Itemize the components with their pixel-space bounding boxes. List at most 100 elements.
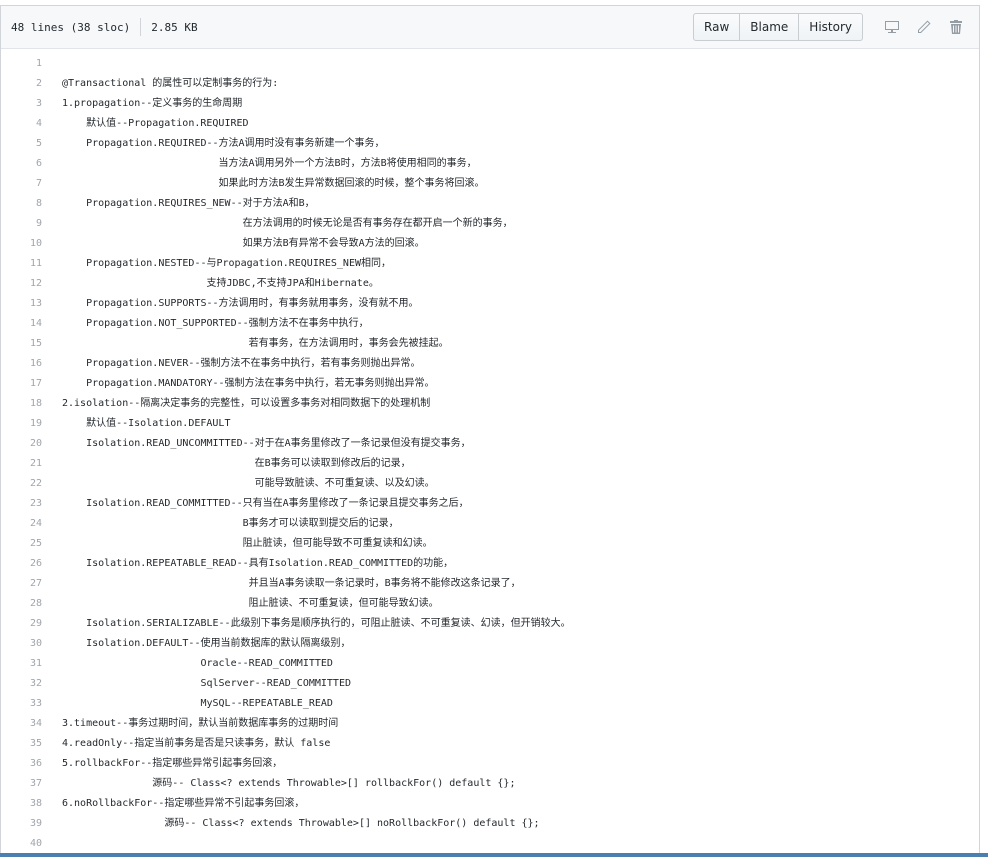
blame-button[interactable]: Blame xyxy=(740,13,800,41)
code-line: 9 在方法调用的时候无论是否有事务存在都开启一个新的事务， xyxy=(1,214,979,234)
line-number[interactable]: 8 xyxy=(1,194,42,214)
line-number[interactable]: 23 xyxy=(1,494,42,514)
line-number[interactable]: 4 xyxy=(1,114,42,134)
line-code: Propagation.NESTED--与Propagation.REQUIRE… xyxy=(62,258,391,269)
line-number[interactable]: 37 xyxy=(1,774,42,794)
line-number[interactable]: 28 xyxy=(1,594,42,614)
code-line: 20 Isolation.READ_UNCOMMITTED--对于在A事务里修改… xyxy=(1,434,979,454)
line-code: @Transactional 的属性可以定制事务的行为: xyxy=(62,78,279,89)
line-number[interactable]: 12 xyxy=(1,274,42,294)
line-code: Propagation.MANDATORY--强制方法在事务中执行，若无事务则抛… xyxy=(62,378,435,389)
code-line: 11 Propagation.NESTED--与Propagation.REQU… xyxy=(1,254,979,274)
line-number[interactable]: 34 xyxy=(1,714,42,734)
code-line: 35 4.readOnly--指定当前事务是否是只读事务，默认 false xyxy=(1,734,979,754)
line-number[interactable]: 24 xyxy=(1,514,42,534)
line-number[interactable]: 29 xyxy=(1,614,42,634)
line-code: Isolation.READ_COMMITTED--只有当在A事务里修改了一条记… xyxy=(62,498,469,509)
code-line: 34 3.timeout--事务过期时间，默认当前数据库事务的过期时间 xyxy=(1,714,979,734)
code-line: 5 Propagation.REQUIRED--方法A调用时没有事务新建一个事务… xyxy=(1,134,979,154)
line-code: 4.readOnly--指定当前事务是否是只读事务，默认 false xyxy=(62,738,331,749)
code-line: 23 Isolation.READ_COMMITTED--只有当在A事务里修改了… xyxy=(1,494,979,514)
line-number[interactable]: 39 xyxy=(1,814,42,834)
code-line: 27 并且当A事务读取一条记录时，B事务将不能修改这条记录了， xyxy=(1,574,979,594)
raw-button[interactable]: Raw xyxy=(693,13,741,41)
code-line: 2 @Transactional 的属性可以定制事务的行为: xyxy=(1,74,979,94)
code-line: 28 阻止脏读、不可重复读，但可能导致幻读。 xyxy=(1,594,979,614)
line-number[interactable]: 5 xyxy=(1,134,42,154)
line-code: 如果方法B有异常不会导致A方法的回滚。 xyxy=(62,238,425,249)
code-line: 7 如果此时方法B发生异常数据回滚的时候，整个事务将回滚。 xyxy=(1,174,979,194)
line-number[interactable]: 38 xyxy=(1,794,42,814)
line-code: Propagation.SUPPORTS--方法调用时，有事务就用事务，没有就不… xyxy=(62,298,419,309)
line-number[interactable]: 9 xyxy=(1,214,42,234)
line-code: 5.rollbackFor--指定哪些异常引起事务回滚， xyxy=(62,758,283,769)
line-code: 3.timeout--事务过期时间，默认当前数据库事务的过期时间 xyxy=(62,718,339,729)
line-number[interactable]: 32 xyxy=(1,674,42,694)
line-number[interactable]: 27 xyxy=(1,574,42,594)
line-number[interactable]: 2 xyxy=(1,74,42,94)
trash-icon[interactable] xyxy=(943,13,969,41)
line-number[interactable]: 15 xyxy=(1,334,42,354)
line-code: B事务才可以读取到提交后的记录， xyxy=(62,518,399,529)
line-code: Propagation.REQUIRES_NEW--对于方法A和B， xyxy=(62,198,315,209)
line-number[interactable]: 25 xyxy=(1,534,42,554)
line-number[interactable]: 1 xyxy=(1,54,42,74)
code-line: 33 MySQL--REPEATABLE_READ xyxy=(1,694,979,714)
code-line: 39 源码-- Class<? extends Throwable>[] noR… xyxy=(1,814,979,834)
file-header: 48 lines (38 sloc) 2.85 KB Raw Blame His… xyxy=(1,6,979,49)
history-button[interactable]: History xyxy=(799,13,863,41)
line-code: 2.isolation--隔离决定事务的完整性，可以设置多事务对相同数据下的处理… xyxy=(62,398,431,409)
code-line: 24 B事务才可以读取到提交后的记录， xyxy=(1,514,979,534)
line-number[interactable]: 20 xyxy=(1,434,42,454)
line-number[interactable]: 7 xyxy=(1,174,42,194)
code-line: 3 1.propagation--定义事务的生命周期 xyxy=(1,94,979,114)
line-code: Isolation.READ_UNCOMMITTED--对于在A事务里修改了一条… xyxy=(62,438,471,449)
line-number[interactable]: 18 xyxy=(1,394,42,414)
line-number[interactable]: 17 xyxy=(1,374,42,394)
code-content: 1 2 @Transactional 的属性可以定制事务的行为: 3 1.propaga… xyxy=(1,49,979,854)
code-line: 38 6.noRollbackFor--指定哪些异常不引起事务回滚， xyxy=(1,794,979,814)
code-line: 14 Propagation.NOT_SUPPORTED--强制方法不在事务中执… xyxy=(1,314,979,334)
file-lines-info: 48 lines (38 sloc) xyxy=(11,20,131,34)
desktop-icon[interactable] xyxy=(879,13,905,41)
line-code: Propagation.NOT_SUPPORTED--强制方法不在事务中执行， xyxy=(62,318,369,329)
line-code: 默认值--Isolation.DEFAULT xyxy=(62,418,231,429)
line-number[interactable]: 21 xyxy=(1,454,42,474)
line-number[interactable]: 19 xyxy=(1,414,42,434)
line-number[interactable]: 11 xyxy=(1,254,42,274)
code-line: 1 xyxy=(1,54,979,74)
line-code: SqlServer--READ_COMMITTED xyxy=(62,678,351,689)
code-line: 13 Propagation.SUPPORTS--方法调用时，有事务就用事务，没… xyxy=(1,294,979,314)
code-line: 31 Oracle--READ_COMMITTED xyxy=(1,654,979,674)
pencil-icon[interactable] xyxy=(911,13,937,41)
line-code: 可能导致脏读、不可重复读、以及幻读。 xyxy=(62,478,435,489)
line-number[interactable]: 35 xyxy=(1,734,42,754)
line-code: 支持JDBC,不支持JPA和Hibernate。 xyxy=(62,278,379,289)
line-number[interactable]: 33 xyxy=(1,694,42,714)
line-number[interactable]: 36 xyxy=(1,754,42,774)
file-view: 48 lines (38 sloc) 2.85 KB Raw Blame His… xyxy=(0,5,980,855)
code-line: 4 默认值--Propagation.REQUIRED xyxy=(1,114,979,134)
line-number[interactable]: 3 xyxy=(1,94,42,114)
code-line: 18 2.isolation--隔离决定事务的完整性，可以设置多事务对相同数据下的… xyxy=(1,394,979,414)
code-line: 37 源码-- Class<? extends Throwable>[] rol… xyxy=(1,774,979,794)
code-line: 36 5.rollbackFor--指定哪些异常引起事务回滚， xyxy=(1,754,979,774)
line-number[interactable]: 16 xyxy=(1,354,42,374)
line-number[interactable]: 31 xyxy=(1,654,42,674)
line-number[interactable]: 14 xyxy=(1,314,42,334)
line-number[interactable]: 13 xyxy=(1,294,42,314)
line-code: Isolation.REPEATABLE_READ--具有Isolation.R… xyxy=(62,558,454,569)
line-number[interactable]: 10 xyxy=(1,234,42,254)
line-number[interactable]: 22 xyxy=(1,474,42,494)
line-code: 阻止脏读，但可能导致不可重复读和幻读。 xyxy=(62,538,433,549)
line-number[interactable]: 26 xyxy=(1,554,42,574)
code-line: 16 Propagation.NEVER--强制方法不在事务中执行，若有事务则抛… xyxy=(1,354,979,374)
code-line: 15 若有事务，在方法调用时，事务会先被挂起。 xyxy=(1,334,979,354)
line-code: Isolation.SERIALIZABLE--此级别下事务是顺序执行的，可阻止… xyxy=(62,618,571,629)
line-number[interactable]: 30 xyxy=(1,634,42,654)
line-number[interactable]: 40 xyxy=(1,834,42,854)
line-code: 如果此时方法B发生异常数据回滚的时候，整个事务将回滚。 xyxy=(62,178,485,189)
line-number[interactable]: 6 xyxy=(1,154,42,174)
